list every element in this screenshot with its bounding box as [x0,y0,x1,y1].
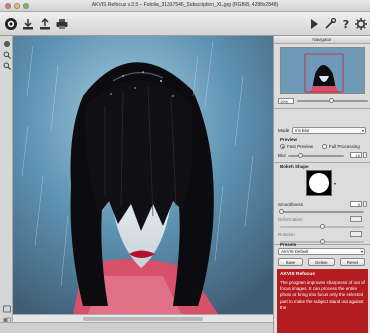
info-heading: AKVIS Refocus [280,272,315,277]
presets-select[interactable]: AKVIS Default [278,248,365,255]
divider [274,108,370,109]
bokeh-shape-preview[interactable] [306,170,332,196]
navigator-preview[interactable] [280,47,365,94]
settings-panel: Navigator 19% Mode Iris Blur Preview Fas… [273,36,370,333]
deformation-slider[interactable] [280,224,364,229]
deformation-label: Deformation [278,217,303,222]
info-body: The program improves sharpness of out of… [280,280,365,310]
full-processing-label: Full Processing [329,144,360,149]
horizontal-scrollbar[interactable] [13,314,273,322]
tools-bar [0,36,13,333]
blur-value[interactable]: 15 [350,152,362,158]
zoom-field[interactable]: 19% [278,98,294,104]
divider [274,162,370,163]
smoothness-slider[interactable] [279,209,364,214]
before-after-icon[interactable] [2,304,11,313]
title-bar: AKVIS Refocus v.3.5 – Fotolia_31337546_S… [0,0,370,12]
svg-text:?: ? [343,18,349,31]
window-title: AKVIS Refocus v.3.5 – Fotolia_31337546_S… [91,2,279,8]
presets-heading: Presets [280,242,297,247]
bokeh-heading: Bokeh Shape [280,164,309,169]
smoothness-stepper[interactable] [363,201,367,207]
zoom-icon[interactable] [2,50,11,59]
mode-select[interactable]: Iris Blur [292,127,366,134]
bokeh-disc-icon [309,173,329,193]
open-icon[interactable] [20,16,36,32]
reset-preset-button[interactable]: Reset [340,258,365,266]
scroll-thumb[interactable] [83,317,203,321]
zoom-slider[interactable] [297,98,368,103]
help-icon[interactable]: ? [338,16,354,32]
blur-label: Blur [278,153,287,158]
blur-stepper[interactable] [363,152,367,158]
settings-icon[interactable] [322,16,338,32]
bokeh-dropdown-icon[interactable]: ▾ [334,181,336,186]
hand-icon[interactable] [2,39,11,48]
delete-preset-button[interactable]: Delete [308,258,335,266]
run-icon[interactable] [306,16,322,32]
fast-preview-radio[interactable] [280,144,285,149]
preview-heading: Preview [280,137,298,142]
save-icon[interactable] [37,16,53,32]
help-info-box: AKVIS Refocus The program improves sharp… [277,269,368,333]
save-preset-button[interactable]: Save [278,258,303,266]
toolbar: ? [0,12,370,36]
rotation-label: Rotation [278,232,295,237]
deformation-value[interactable] [350,216,362,222]
smoothness-label: Smoothness [278,202,304,207]
smoothness-value[interactable]: 0 [350,201,362,207]
fast-preview-label: Fast Preview [287,144,314,149]
photo-woman-in-rain [13,36,273,314]
print-icon[interactable] [54,16,70,32]
app-logo-icon[interactable] [3,16,19,32]
navigator-icon[interactable] [2,61,11,70]
mode-label: Mode [278,128,290,133]
zoom-row: 19% [278,97,368,105]
blur-slider-knob[interactable] [298,153,303,158]
zoom-slider-knob[interactable] [329,98,334,103]
deformation-slider-knob[interactable] [320,224,325,229]
smoothness-slider-knob[interactable] [279,209,284,214]
image-canvas[interactable] [13,36,273,314]
app-window: AKVIS Refocus v.3.5 – Fotolia_31337546_S… [0,0,370,333]
blur-slider[interactable] [288,153,344,158]
preferences-icon[interactable] [353,16,369,32]
full-processing-radio[interactable] [322,144,327,149]
navigator-title: Navigator [274,36,370,44]
rotation-value[interactable] [350,231,362,237]
